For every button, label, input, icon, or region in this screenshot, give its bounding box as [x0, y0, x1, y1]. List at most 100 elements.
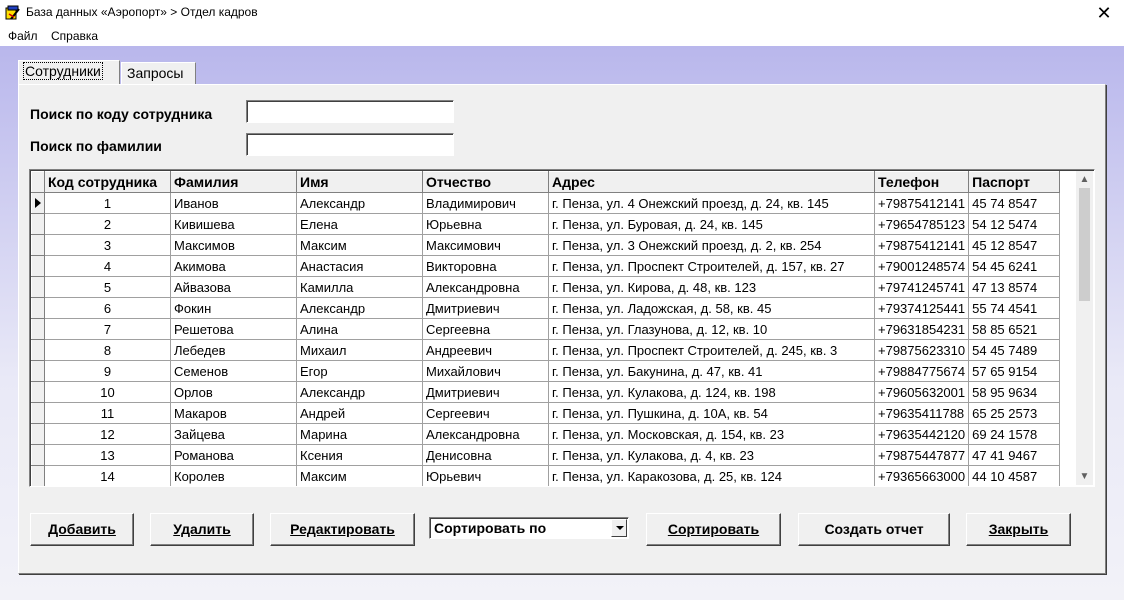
cell-code[interactable]: 11 — [44, 402, 171, 424]
cell-surname[interactable]: Зайцева — [170, 423, 297, 445]
cell-phone[interactable]: +79875447877 — [873, 444, 970, 466]
cell-patronymic[interactable]: Андреевич — [422, 339, 549, 361]
cell-code[interactable]: 13 — [44, 444, 171, 466]
cell-address[interactable]: г. Пенза, ул. Проспект Строителей, д. 24… — [548, 339, 875, 361]
cell-name[interactable]: Алина — [296, 318, 423, 340]
table-row[interactable]: 1 Иванов Александр Владимирович г. Пенза, ул… — [31, 192, 1061, 214]
sort-button[interactable]: Сортировать — [646, 513, 781, 546]
cell-phone[interactable]: +79001248574 — [873, 255, 970, 277]
cell-passport[interactable]: 69 24 1578 — [968, 423, 1061, 445]
cell-phone[interactable]: +79631854231 — [873, 318, 970, 340]
cell-address[interactable]: г. Пенза, ул. Ладожская, д. 58, кв. 45 — [548, 297, 875, 319]
cell-address[interactable]: г. Пенза, ул. 4 Онежский проезд, д. 24, … — [548, 192, 875, 214]
cell-name[interactable]: Максим — [296, 234, 423, 256]
row-indicator[interactable] — [31, 276, 45, 298]
create-report-button[interactable]: Создать отчет — [798, 513, 950, 546]
cell-code[interactable]: 6 — [44, 297, 171, 319]
cell-patronymic[interactable]: Сергеевич — [422, 402, 549, 424]
cell-surname[interactable]: Кивишева — [170, 213, 297, 235]
close-window-button[interactable]: ✕ — [1094, 2, 1114, 24]
cell-code[interactable]: 7 — [44, 318, 171, 340]
cell-surname[interactable]: Лебедев — [170, 339, 297, 361]
table-row[interactable]: 11 Макаров Андрей Сергеевич г. Пенза, ул. Пу… — [31, 402, 1061, 424]
cell-phone[interactable]: +79374125441 — [873, 297, 970, 319]
tab-queries[interactable]: Запросы — [121, 62, 196, 84]
cell-code[interactable]: 1 — [44, 192, 171, 214]
search-code-input[interactable] — [246, 100, 454, 123]
cell-name[interactable]: Камилла — [296, 276, 423, 298]
cell-phone[interactable]: +79365663000 — [873, 465, 970, 486]
cell-address[interactable]: г. Пенза, ул. Кулакова, д. 4, кв. 23 — [548, 444, 875, 466]
cell-surname[interactable]: Иванов — [170, 192, 297, 214]
cell-phone[interactable]: +79741245741 — [873, 276, 970, 298]
row-indicator[interactable] — [31, 339, 45, 361]
cell-name[interactable]: Александр — [296, 192, 423, 214]
tab-employees[interactable]: Сотрудники — [18, 60, 120, 84]
cell-surname[interactable]: Макаров — [170, 402, 297, 424]
cell-patronymic[interactable]: Дмитриевич — [422, 381, 549, 403]
cell-passport[interactable]: 45 12 8547 — [968, 234, 1061, 256]
cell-passport[interactable]: 58 95 9634 — [968, 381, 1061, 403]
cell-code[interactable]: 3 — [44, 234, 171, 256]
cell-surname[interactable]: Романова — [170, 444, 297, 466]
cell-phone[interactable]: +79605632001 — [873, 381, 970, 403]
search-surname-input[interactable] — [246, 133, 454, 156]
row-indicator[interactable] — [31, 297, 45, 319]
cell-passport[interactable]: 47 13 8574 — [968, 276, 1061, 298]
cell-name[interactable]: Егор — [296, 360, 423, 382]
column-header-name[interactable]: Имя — [296, 171, 423, 193]
cell-address[interactable]: г. Пенза, ул. Глазунова, д. 12, кв. 10 — [548, 318, 875, 340]
cell-passport[interactable]: 45 74 8547 — [968, 192, 1061, 214]
cell-patronymic[interactable]: Владимирович — [422, 192, 549, 214]
row-indicator[interactable] — [31, 213, 45, 235]
column-header-passport[interactable]: Паспорт — [968, 171, 1061, 193]
cell-code[interactable]: 14 — [44, 465, 171, 486]
row-indicator[interactable] — [31, 318, 45, 340]
cell-name[interactable]: Ксения — [296, 444, 423, 466]
table-row[interactable]: 6 Фокин Александр Дмитриевич г. Пенза, ул. Л… — [31, 297, 1061, 319]
table-row[interactable]: 9 Семенов Егор Михайлович г. Пенза, ул. Баку… — [31, 360, 1061, 382]
cell-passport[interactable]: 54 45 7489 — [968, 339, 1061, 361]
cell-code[interactable]: 5 — [44, 276, 171, 298]
row-indicator[interactable] — [31, 402, 45, 424]
cell-address[interactable]: г. Пенза, ул. Кирова, д. 48, кв. 123 — [548, 276, 875, 298]
cell-surname[interactable]: Акимова — [170, 255, 297, 277]
cell-patronymic[interactable]: Максимович — [422, 234, 549, 256]
table-row[interactable]: 4 Акимова Анастасия Викторовна г. Пенза, ул.… — [31, 255, 1061, 277]
cell-phone[interactable]: +79875412141 — [873, 234, 970, 256]
cell-surname[interactable]: Семенов — [170, 360, 297, 382]
cell-patronymic[interactable]: Дмитриевич — [422, 297, 549, 319]
cell-address[interactable]: г. Пенза, ул. Кулакова, д. 124, кв. 198 — [548, 381, 875, 403]
cell-phone[interactable]: +79875412141 — [873, 192, 970, 214]
table-row[interactable]: 2 Кивишева Елена Юрьевна г. Пенза, ул. Буров… — [31, 213, 1061, 235]
row-indicator[interactable] — [31, 360, 45, 382]
cell-patronymic[interactable]: Юрьевна — [422, 213, 549, 235]
cell-name[interactable]: Анастасия — [296, 255, 423, 277]
menu-file[interactable]: Файл — [8, 29, 38, 43]
table-row[interactable]: 7 Решетова Алина Сергеевна г. Пенза, ул. Гла… — [31, 318, 1061, 340]
cell-passport[interactable]: 54 45 6241 — [968, 255, 1061, 277]
cell-code[interactable]: 2 — [44, 213, 171, 235]
column-header-address[interactable]: Адрес — [548, 171, 875, 193]
row-indicator[interactable] — [31, 381, 45, 403]
cell-name[interactable]: Елена — [296, 213, 423, 235]
cell-address[interactable]: г. Пенза, ул. Буровая, д. 24, кв. 145 — [548, 213, 875, 235]
column-header-code[interactable]: Код сотрудника — [44, 171, 171, 193]
cell-name[interactable]: Максим — [296, 465, 423, 486]
table-row[interactable]: 12 Зайцева Марина Александровна г. Пенза, ул… — [31, 423, 1061, 445]
cell-phone[interactable]: +79635411788 — [873, 402, 970, 424]
cell-patronymic[interactable]: Михайлович — [422, 360, 549, 382]
table-row[interactable]: 10 Орлов Александр Дмитриевич г. Пенза, ул. … — [31, 381, 1061, 403]
table-row[interactable]: 13 Романова Ксения Денисовна г. Пенза, ул. К… — [31, 444, 1061, 466]
scroll-thumb[interactable] — [1079, 188, 1090, 301]
cell-passport[interactable]: 54 12 5474 — [968, 213, 1061, 235]
cell-code[interactable]: 8 — [44, 339, 171, 361]
scroll-down-icon[interactable]: ▼ — [1076, 468, 1093, 485]
cell-phone[interactable]: +79875623310 — [873, 339, 970, 361]
cell-name[interactable]: Михаил — [296, 339, 423, 361]
column-header-patronymic[interactable]: Отчество — [422, 171, 549, 193]
cell-passport[interactable]: 44 10 4587 — [968, 465, 1061, 486]
cell-patronymic[interactable]: Александровна — [422, 423, 549, 445]
table-row[interactable]: 8 Лебедев Михаил Андреевич г. Пенза, ул. Про… — [31, 339, 1061, 361]
cell-surname[interactable]: Орлов — [170, 381, 297, 403]
